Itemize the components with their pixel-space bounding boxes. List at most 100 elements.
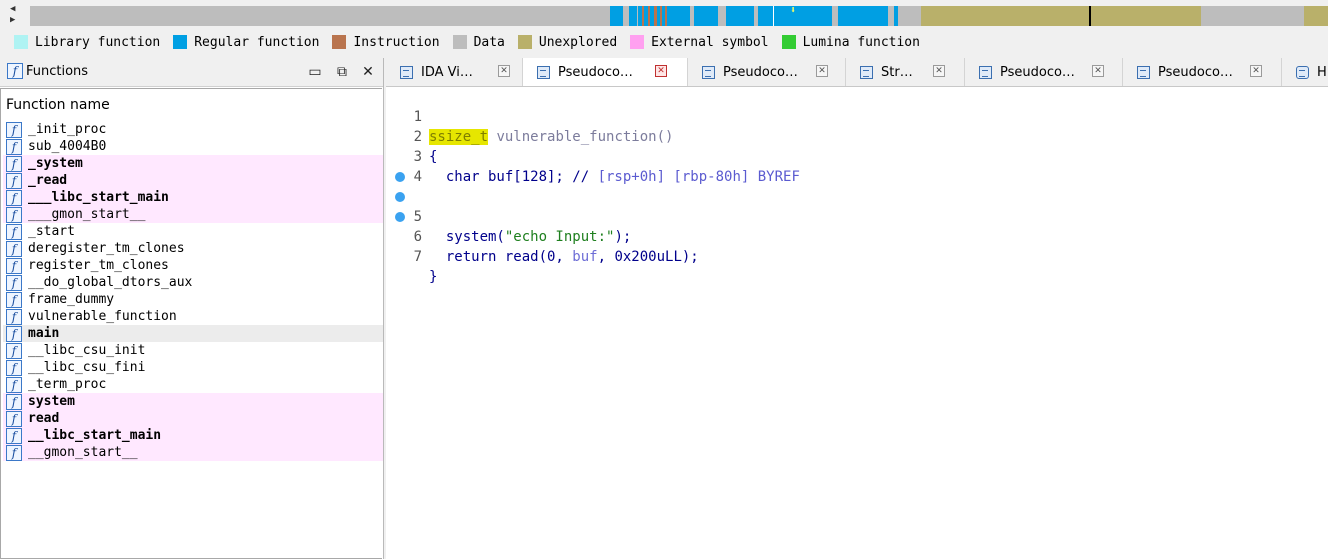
function-name: register_tm_clones [28, 258, 169, 273]
legend-item-external-symbol: External symbol [630, 34, 769, 50]
tab-close-icon[interactable]: ✕ [655, 65, 667, 77]
function-name: __libc_csu_fini [28, 360, 146, 375]
pseudocode-view[interactable]: 1 ssize_t vulnerable_function() 2 { 3 ch… [386, 87, 1328, 559]
view-tab-bar: IDA Vi… ✕ Pseudoco… ✕ Pseudoco… ✕ Str… ✕… [386, 58, 1328, 87]
column-header-function-name[interactable]: Function name [6, 97, 110, 113]
instruction-swatch-icon [332, 35, 347, 49]
function-icon: f [6, 393, 22, 410]
tab-close-icon[interactable]: ✕ [498, 65, 510, 77]
buf-variable[interactable]: buf [572, 249, 597, 265]
function-row[interactable]: f _system [3, 155, 383, 172]
function-row[interactable]: f main [3, 325, 383, 342]
pseudocode-icon [537, 66, 550, 79]
system-call[interactable]: system( [429, 229, 505, 245]
function-row[interactable]: f __libc_csu_fini [3, 359, 383, 376]
hex-view-icon [1296, 65, 1309, 79]
external-symbol-swatch-icon [630, 35, 645, 49]
tab-close-icon[interactable]: ✕ [1250, 65, 1262, 77]
function-row[interactable]: f ___libc_start_main [3, 189, 383, 206]
tab-hex-view[interactable]: H [1282, 58, 1328, 86]
tab-label: Pseudoco… [723, 64, 798, 80]
functions-panel-header: f Functions ▭ ⧉ ✕ [0, 58, 383, 87]
function-row[interactable]: f frame_dummy [3, 291, 383, 308]
legend-label: Instruction [353, 34, 440, 50]
legend-label: Regular function [194, 34, 320, 50]
function-icon: f [6, 189, 22, 206]
function-row[interactable]: f __gmon_start__ [3, 444, 383, 461]
function-name: __libc_start_main [28, 428, 162, 443]
function-row[interactable]: f deregister_tm_clones [3, 240, 383, 257]
code-line-4[interactable]: 4 [386, 147, 1328, 185]
legend-item-instruction: Instruction [332, 34, 440, 50]
function-name: frame_dummy [28, 292, 115, 307]
legend-label: External symbol [651, 34, 769, 50]
tab-close-icon[interactable]: ✕ [1092, 65, 1104, 77]
nav-right-arrow-icon[interactable]: ▶ [10, 15, 26, 26]
code-line-3[interactable]: 3 char buf[128]; // [rsp+0h] [rbp-80h] B… [386, 127, 1328, 185]
legend: Library function Regular function Instru… [0, 31, 1328, 53]
code-text: , 0x200uLL); [597, 249, 699, 265]
nav-scroll-arrows[interactable]: ◀ ▶ [10, 4, 26, 28]
function-icon: f [6, 291, 22, 308]
function-row[interactable]: f _start [3, 223, 383, 240]
function-row[interactable]: f register_tm_clones [3, 257, 383, 274]
function-icon: f [6, 274, 22, 291]
function-row[interactable]: f sub_4004B0 [3, 138, 383, 155]
code-line-6[interactable]: 6 return read(0, buf, 0x200uLL); [386, 187, 1328, 265]
read-call[interactable]: return read(0, [429, 249, 572, 265]
code-line-5[interactable]: 5 system("echo Input:"); [386, 167, 1328, 245]
tab-pseudocode-d[interactable]: Pseudoco… ✕ [1123, 58, 1282, 86]
function-icon: f [6, 376, 22, 393]
breakpoint-dot-icon[interactable] [395, 172, 405, 182]
function-row[interactable]: f read [3, 410, 383, 427]
function-row[interactable]: f ___gmon_start__ [3, 206, 383, 223]
undock-button[interactable]: ⧉ [332, 62, 352, 82]
string-literal[interactable]: "echo Input:" [505, 229, 615, 245]
function-name: read [28, 411, 60, 426]
function-icon: f [6, 121, 22, 138]
tab-pseudocode-a-active[interactable]: Pseudoco… ✕ [523, 58, 688, 86]
tab-pseudocode-c[interactable]: Pseudoco… ✕ [965, 58, 1123, 86]
line-number: 7 [413, 249, 422, 265]
breakpoint-dot-icon[interactable] [395, 192, 405, 202]
navigation-band: ◀ ▶ ⬇ [0, 0, 1328, 30]
legend-item-unexplored: Unexplored [517, 35, 617, 50]
functions-panel: f Functions ▭ ⧉ ✕ Function name f _init_p… [0, 58, 384, 559]
code-line-7[interactable]: 7 } [386, 207, 1328, 285]
function-name: _start [28, 224, 75, 239]
code-line-1[interactable]: 1 ssize_t vulnerable_function() [386, 87, 1328, 145]
regular-function-swatch-icon [173, 35, 188, 49]
function-row[interactable]: f __libc_start_main [3, 427, 383, 444]
tab-ida-view[interactable]: IDA Vi… ✕ [386, 58, 523, 86]
function-name: _term_proc [28, 377, 107, 392]
maximize-button[interactable]: ▭ [305, 62, 325, 82]
ida-view-icon [400, 65, 413, 79]
code-line-2[interactable]: 2 { [386, 107, 1328, 165]
navigation-bar[interactable]: ⬇ [30, 6, 1328, 26]
legend-label: Library function [35, 34, 161, 50]
nav-left-arrow-icon[interactable]: ◀ [10, 4, 26, 15]
function-row[interactable]: f _term_proc [3, 376, 383, 393]
function-row[interactable]: f system [3, 393, 383, 410]
function-name: _init_proc [28, 122, 107, 137]
function-row[interactable]: f __do_global_dtors_aux [3, 274, 383, 291]
tab-close-icon[interactable]: ✕ [816, 65, 828, 77]
function-row[interactable]: f __libc_csu_init [3, 342, 383, 359]
function-row[interactable]: f vulnerable_function [3, 308, 383, 325]
tab-pseudocode-b[interactable]: Pseudoco… ✕ [688, 58, 846, 86]
function-row[interactable]: f _init_proc [3, 121, 383, 138]
function-name: deregister_tm_clones [28, 241, 185, 256]
function-icon: f [6, 223, 22, 240]
close-panel-button[interactable]: ✕ [358, 62, 378, 82]
tab-strings[interactable]: Str… ✕ [846, 58, 965, 86]
function-icon: f [6, 410, 22, 427]
tab-close-icon[interactable]: ✕ [933, 65, 945, 77]
function-row[interactable]: f _read [3, 172, 383, 189]
functions-list-view[interactable]: Function name f _init_proc f sub_4004B0 f _sy… [0, 88, 383, 559]
breakpoint-dot-icon[interactable] [395, 212, 405, 222]
function-icon: f [6, 257, 22, 274]
function-name: system [28, 394, 75, 409]
lumina-function-swatch-icon [781, 35, 796, 49]
panel-title: Functions [26, 64, 89, 79]
legend-item-library-function: Library function [14, 35, 160, 50]
